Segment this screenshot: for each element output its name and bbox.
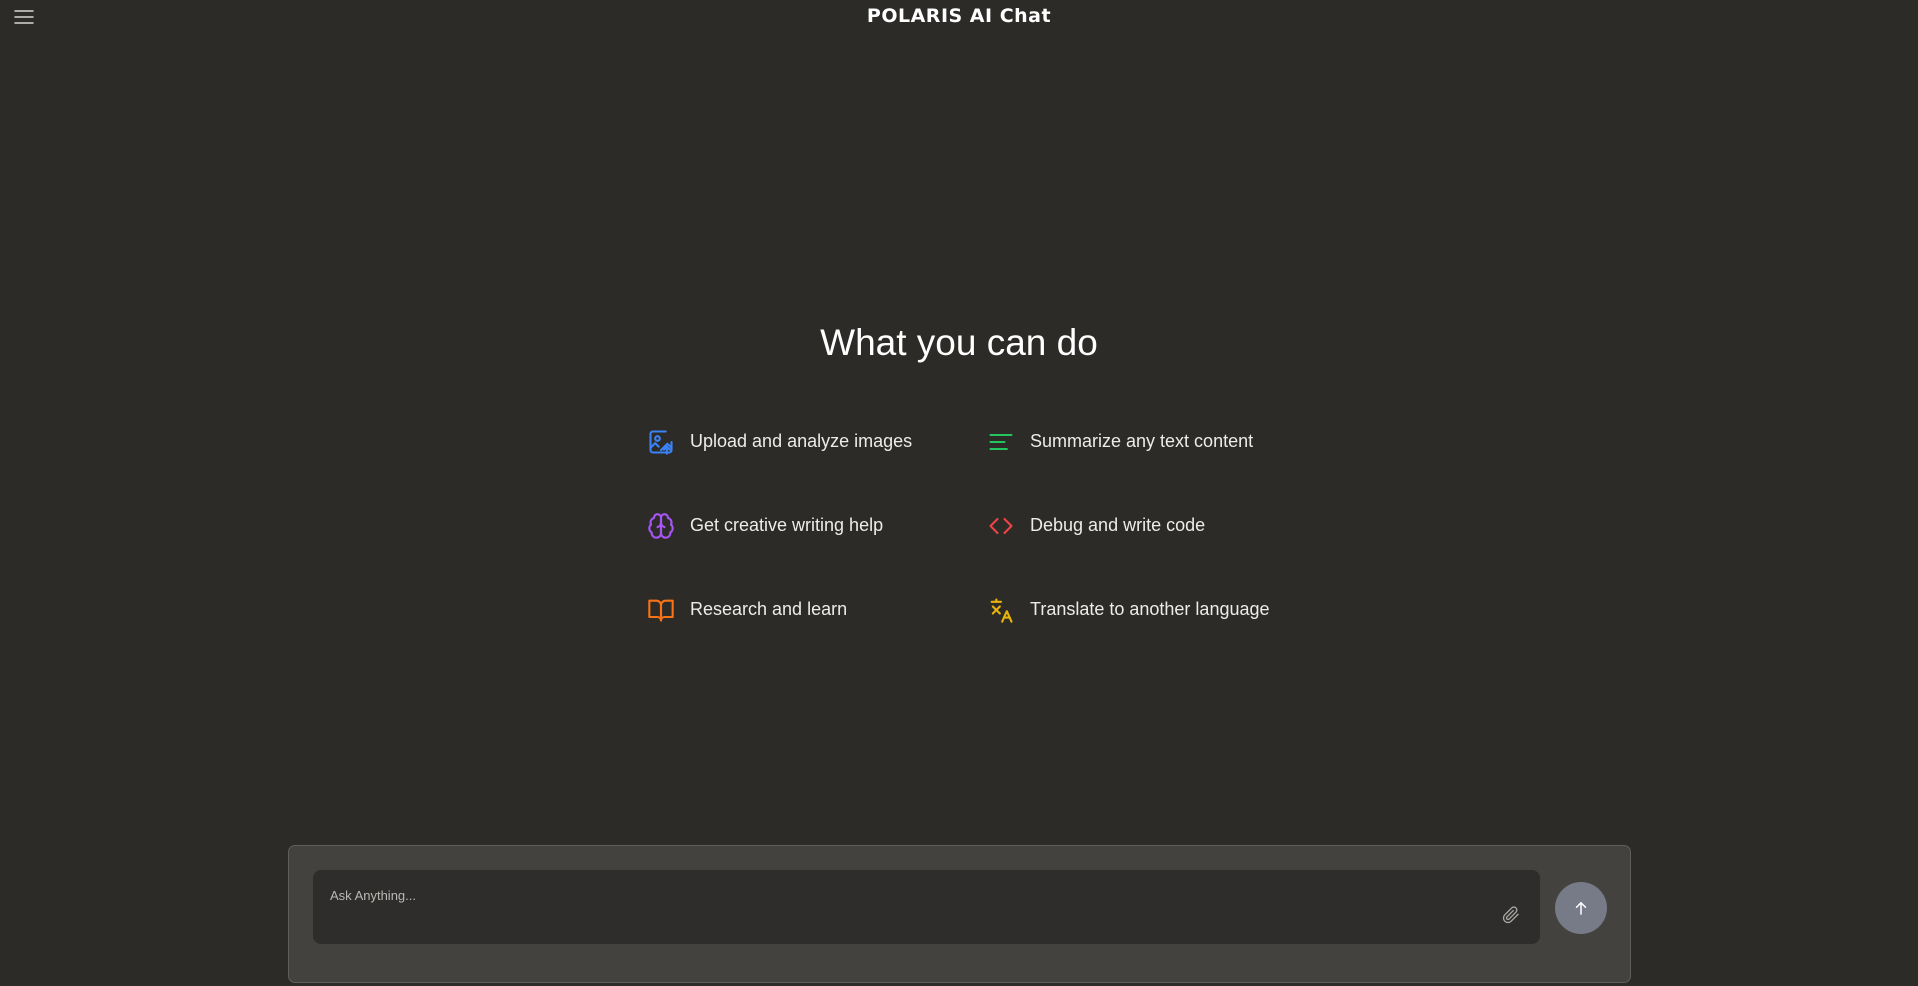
feature-label: Research and learn <box>690 599 848 619</box>
feature-label: Debug and write code <box>1030 515 1206 535</box>
text-lines-icon <box>986 427 1016 457</box>
feature-summarize-text[interactable]: Summarize any text content <box>986 426 1326 457</box>
image-upload-icon <box>646 427 676 457</box>
message-input-box <box>313 870 1540 944</box>
translate-icon <box>986 595 1016 625</box>
feature-label: Get creative writing help <box>690 515 884 535</box>
message-input[interactable] <box>313 870 1493 944</box>
chat-app: POLARIS AI Chat What you can do Upload a… <box>0 0 1918 986</box>
feature-creative-writing[interactable]: Get creative writing help <box>646 510 986 541</box>
feature-research[interactable]: Research and learn <box>646 594 986 625</box>
feature-debug-code[interactable]: Debug and write code <box>986 510 1326 541</box>
app-title: POLARIS AI Chat <box>866 5 1052 27</box>
open-book-icon <box>646 595 676 625</box>
composer-panel <box>288 845 1631 983</box>
feature-label: Upload and analyze images <box>690 431 913 451</box>
feature-list: Upload and analyze images Summarize any … <box>646 426 1346 625</box>
feature-upload-images[interactable]: Upload and analyze images <box>646 426 986 457</box>
page-heading: What you can do <box>820 322 1098 363</box>
feature-label: Translate to another language <box>1030 599 1270 619</box>
feature-translate[interactable]: Translate to another language <box>986 594 1326 625</box>
attach-button[interactable] <box>1500 904 1522 926</box>
paperclip-icon <box>1502 906 1519 924</box>
send-button[interactable] <box>1555 882 1607 934</box>
feature-label: Summarize any text content <box>1030 431 1254 451</box>
code-brackets-icon <box>986 511 1016 541</box>
brain-icon <box>646 511 676 541</box>
arrow-up-icon <box>1575 902 1587 915</box>
